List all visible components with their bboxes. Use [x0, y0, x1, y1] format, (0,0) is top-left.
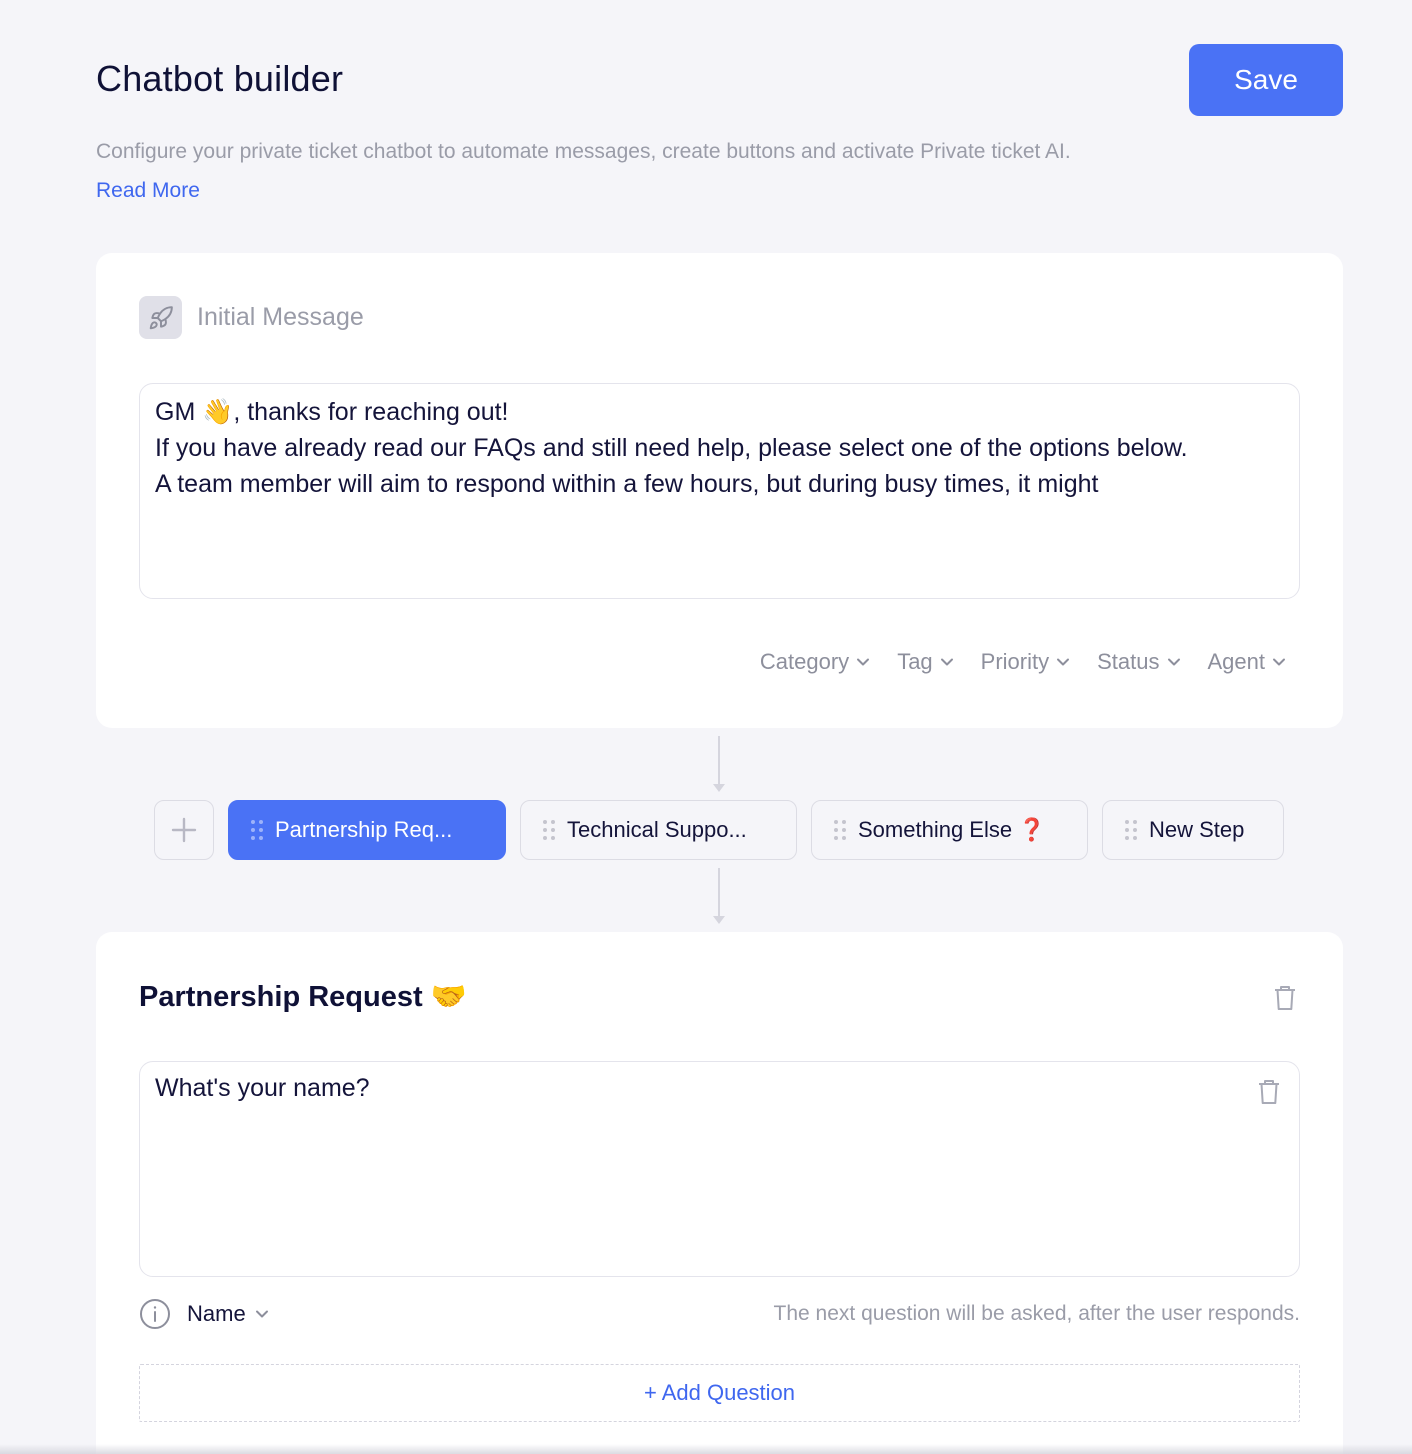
step-tab-label: Partnership Req... — [275, 817, 453, 842]
step-tab-something-else[interactable]: Something Else ❓ — [811, 800, 1088, 860]
field-type-dropdown[interactable]: Name — [187, 1301, 270, 1327]
step-tab-label: Technical Suppo... — [567, 817, 747, 842]
chevron-down-icon — [857, 658, 870, 666]
priority-dropdown[interactable]: Priority — [981, 649, 1071, 675]
bottom-fade — [0, 1444, 1412, 1454]
initial-message-title: Initial Message — [197, 303, 364, 331]
delete-question-button[interactable] — [1257, 1078, 1281, 1113]
chevron-down-icon — [255, 1310, 268, 1318]
trash-icon — [1275, 986, 1295, 1010]
delete-step-button[interactable] — [1273, 984, 1297, 1017]
status-dropdown[interactable]: Status — [1097, 649, 1181, 675]
drag-handle-icon[interactable] — [251, 820, 263, 840]
ticket-options: Category Tag Priority Status Agent — [760, 649, 1287, 675]
agent-dropdown-label: Agent — [1207, 649, 1266, 674]
plus-icon — [171, 817, 197, 843]
page-subtitle: Configure your private ticket chatbot to… — [96, 140, 1071, 163]
chevron-down-icon — [1057, 658, 1070, 666]
page-title: Chatbot builder — [96, 58, 344, 99]
info-icon[interactable] — [139, 1298, 171, 1330]
flow-connector — [718, 736, 720, 786]
chevron-down-icon — [1167, 658, 1180, 666]
arrow-down-icon — [713, 784, 725, 792]
priority-dropdown-label: Priority — [980, 649, 1050, 674]
message-line: GM 👋, thanks for reaching out! — [155, 398, 509, 426]
initial-message-header: Initial Message — [139, 296, 364, 339]
trash-icon — [1259, 1080, 1279, 1104]
step-tab-partnership-request[interactable]: Partnership Req... — [228, 800, 506, 860]
step-title: Partnership Request 🤝 — [139, 981, 467, 1013]
arrow-down-icon — [713, 916, 725, 924]
drag-handle-icon[interactable] — [834, 820, 846, 840]
add-step-button[interactable] — [154, 800, 214, 860]
question-hint: The next question will be asked, after t… — [773, 1302, 1300, 1325]
question-text: What's your name? — [155, 1074, 370, 1102]
step-tab-label: Something Else ❓ — [858, 817, 1046, 842]
initial-message-card: Initial Message GM 👋, thanks for reachin… — [96, 253, 1343, 728]
tag-dropdown[interactable]: Tag — [897, 649, 954, 675]
drag-handle-icon[interactable] — [1125, 820, 1137, 840]
save-button[interactable]: Save — [1189, 44, 1343, 116]
message-line: If you have already read our FAQs and st… — [155, 434, 1188, 462]
question-footer: Name The next question will be asked, af… — [139, 1296, 1300, 1332]
rocket-icon — [139, 296, 182, 339]
category-dropdown-label: Category — [759, 649, 850, 674]
flow-connector — [718, 868, 720, 918]
chevron-down-icon — [940, 658, 953, 666]
agent-dropdown[interactable]: Agent — [1208, 649, 1288, 675]
steps-row: Partnership Req... Technical Suppo... So… — [154, 800, 1284, 860]
category-dropdown[interactable]: Category — [760, 649, 871, 675]
message-line: A team member will aim to respond within… — [155, 470, 1099, 498]
chevron-down-icon — [1273, 658, 1285, 666]
status-dropdown-label: Status — [1097, 649, 1160, 674]
add-question-button[interactable]: + Add Question — [139, 1364, 1300, 1422]
step-tab-label: New Step — [1149, 817, 1245, 842]
drag-handle-icon[interactable] — [543, 820, 555, 840]
step-detail-card: Partnership Request 🤝 What's your name? … — [96, 932, 1343, 1454]
step-tab-new-step[interactable]: New Step — [1102, 800, 1284, 860]
tag-dropdown-label: Tag — [897, 649, 933, 674]
read-more-link[interactable]: Read More — [96, 179, 200, 203]
initial-message-textarea[interactable]: GM 👋, thanks for reaching out! If you ha… — [139, 383, 1300, 599]
field-type-label: Name — [187, 1301, 246, 1326]
question-textarea[interactable]: What's your name? — [139, 1061, 1300, 1277]
step-tab-technical-support[interactable]: Technical Suppo... — [520, 800, 797, 860]
